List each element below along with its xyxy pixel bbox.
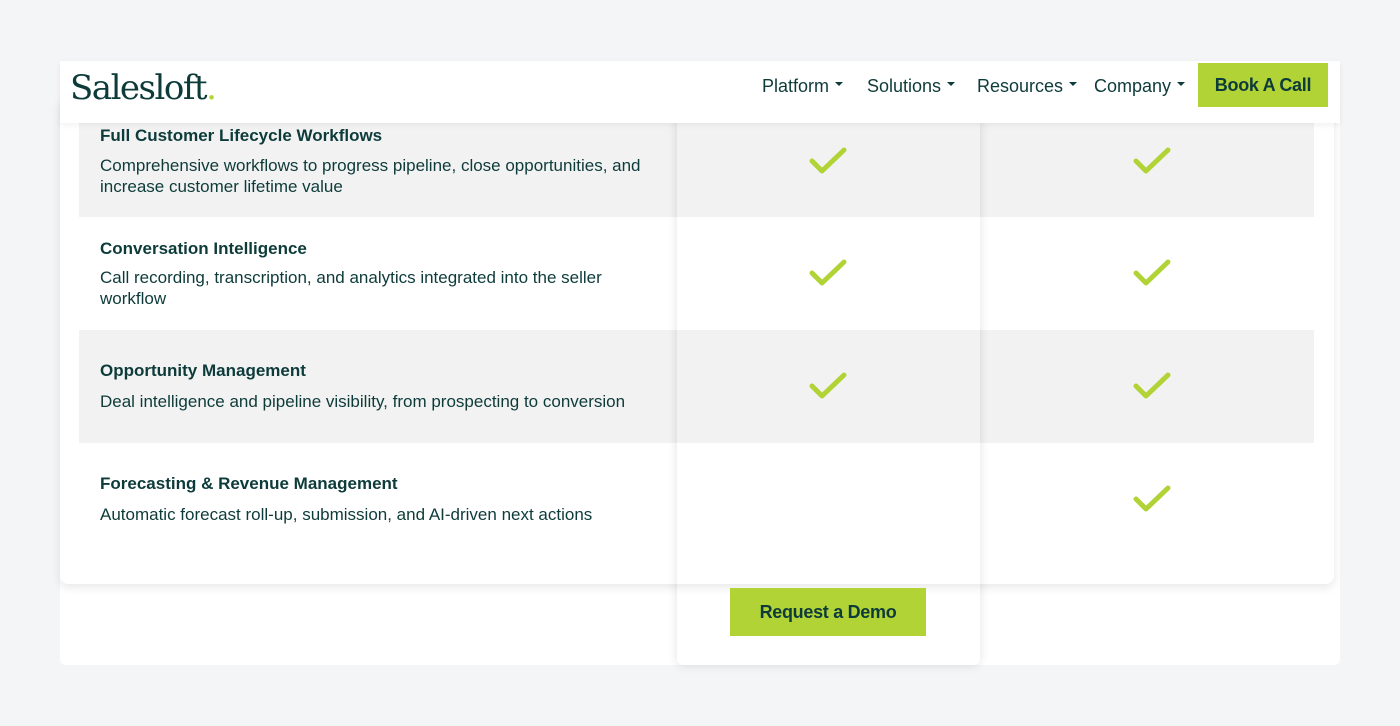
feature-title: Full Customer Lifecycle Workflows bbox=[100, 126, 383, 145]
nav-label: Resources bbox=[977, 76, 1064, 96]
table-row: Forecasting & Revenue Management Automat… bbox=[79, 443, 1314, 556]
salesloft-logo[interactable]: Salesloft. bbox=[70, 68, 217, 108]
feature-title: Conversation Intelligence bbox=[100, 239, 307, 258]
top-navbar: Salesloft. Platform Solutions Resources … bbox=[60, 61, 1340, 123]
check-icon bbox=[809, 371, 847, 401]
check-icon bbox=[1133, 258, 1171, 288]
nav-platform[interactable]: Platform bbox=[762, 76, 844, 97]
feature-title: Forecasting & Revenue Management bbox=[100, 474, 398, 493]
table-row: Conversation Intelligence Call recording… bbox=[79, 217, 1314, 330]
nav-label: Company bbox=[1094, 76, 1172, 96]
feature-description: Comprehensive workflows to progress pipe… bbox=[100, 156, 641, 196]
feature-description: Deal intelligence and pipeline visibilit… bbox=[100, 392, 626, 411]
nav-label: Platform bbox=[762, 76, 830, 96]
caret-down-icon bbox=[835, 82, 844, 87]
caret-down-icon bbox=[947, 82, 956, 87]
nav-resources[interactable]: Resources bbox=[977, 76, 1078, 97]
check-icon bbox=[809, 146, 847, 176]
check-icon bbox=[1133, 146, 1171, 176]
logo-dot: . bbox=[206, 68, 217, 108]
request-demo-button[interactable]: Request a Demo bbox=[730, 588, 926, 636]
caret-down-icon bbox=[1177, 82, 1186, 87]
check-icon bbox=[1133, 484, 1171, 514]
nav-label: Solutions bbox=[867, 76, 942, 96]
nav-solutions[interactable]: Solutions bbox=[867, 76, 956, 97]
logo-text: Salesloft bbox=[70, 68, 208, 108]
feature-description: Call recording, transcription, and analy… bbox=[100, 268, 602, 308]
feature-description: Automatic forecast roll-up, submission, … bbox=[100, 505, 593, 524]
check-icon bbox=[809, 258, 847, 288]
nav-company[interactable]: Company bbox=[1094, 76, 1186, 97]
caret-down-icon bbox=[1069, 82, 1078, 87]
table-row: Opportunity Management Deal intelligence… bbox=[79, 330, 1314, 443]
feature-title: Opportunity Management bbox=[100, 361, 306, 380]
check-icon bbox=[1133, 371, 1171, 401]
book-a-call-button[interactable]: Book A Call bbox=[1198, 63, 1328, 107]
